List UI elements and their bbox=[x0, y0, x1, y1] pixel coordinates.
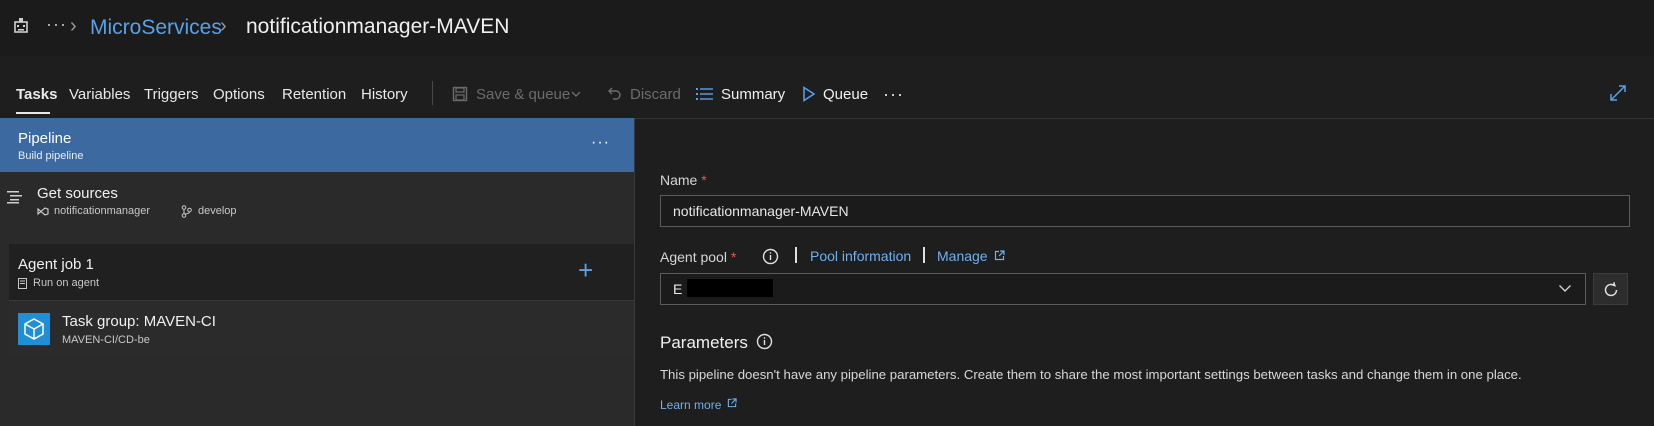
branch-icon bbox=[181, 205, 192, 218]
discard-button[interactable]: Discard bbox=[630, 86, 681, 103]
summary-button[interactable]: Summary bbox=[721, 86, 785, 103]
toolbar-divider bbox=[432, 81, 433, 105]
pipeline-node[interactable] bbox=[0, 118, 634, 172]
branch-name: develop bbox=[198, 205, 237, 217]
link-separator bbox=[795, 247, 797, 263]
chevron-right-icon: › bbox=[220, 15, 227, 37]
agent-pool-label: Agent pool * bbox=[660, 249, 737, 265]
expand-icon[interactable] bbox=[1609, 84, 1627, 102]
save-icon bbox=[452, 86, 468, 102]
redacted-block bbox=[687, 279, 773, 297]
add-task-button[interactable]: + bbox=[578, 257, 593, 283]
agent-pool-select[interactable]: E bbox=[660, 273, 1586, 305]
agent-job-title: Agent job 1 bbox=[18, 256, 94, 273]
task-group-icon bbox=[18, 313, 50, 345]
breadcrumb-more-icon[interactable]: ··· bbox=[46, 14, 67, 35]
pipeline-name-input[interactable]: notificationmanager-MAVEN bbox=[660, 195, 1630, 227]
tree-empty-area bbox=[9, 356, 634, 426]
server-icon bbox=[18, 278, 27, 289]
visual-studio-repo-icon bbox=[37, 206, 49, 217]
chevron-down-icon[interactable] bbox=[570, 88, 582, 100]
info-icon[interactable] bbox=[756, 333, 773, 350]
external-link-icon[interactable] bbox=[727, 398, 737, 408]
agent-pool-value: E bbox=[673, 281, 683, 297]
manage-link[interactable]: Manage bbox=[937, 248, 988, 264]
parameters-description: This pipeline doesn't have any pipeline … bbox=[660, 367, 1522, 382]
pipeline-subtitle: Build pipeline bbox=[18, 150, 84, 162]
info-icon[interactable] bbox=[762, 248, 779, 265]
play-icon bbox=[802, 86, 816, 102]
refresh-button[interactable] bbox=[1593, 273, 1628, 305]
external-link-icon[interactable] bbox=[994, 250, 1005, 261]
get-sources-title: Get sources bbox=[37, 185, 118, 202]
tab-history[interactable]: History bbox=[361, 86, 408, 103]
learn-more-link[interactable]: Learn more bbox=[660, 398, 721, 412]
toolbar-more-icon[interactable]: ··· bbox=[883, 84, 904, 105]
pane-divider[interactable] bbox=[634, 118, 635, 426]
refresh-icon bbox=[1604, 282, 1618, 297]
active-tab-indicator bbox=[16, 112, 50, 114]
pipeline-title: Pipeline bbox=[18, 130, 72, 147]
page-title: notificationmanager-MAVEN bbox=[246, 15, 510, 38]
list-icon bbox=[696, 87, 713, 101]
azure-devops-pipelines-icon[interactable] bbox=[12, 16, 30, 34]
pool-information-link[interactable]: Pool information bbox=[810, 248, 911, 264]
tab-options[interactable]: Options bbox=[213, 86, 265, 103]
breadcrumb-microservices[interactable]: MicroServices bbox=[90, 16, 222, 40]
link-separator bbox=[923, 247, 925, 263]
chevron-down-icon[interactable] bbox=[1558, 282, 1572, 294]
name-label: Name * bbox=[660, 172, 707, 188]
agent-job-subtitle: Run on agent bbox=[33, 277, 100, 289]
parameters-title: Parameters bbox=[660, 333, 748, 352]
required-marker: * bbox=[701, 172, 707, 188]
chevron-right-icon: › bbox=[70, 15, 77, 37]
undo-icon bbox=[607, 85, 623, 101]
save-and-queue-button[interactable]: Save & queue bbox=[476, 86, 570, 103]
queue-button[interactable]: Queue bbox=[823, 86, 868, 103]
required-marker: * bbox=[730, 249, 737, 265]
pipeline-more-icon[interactable]: ··· bbox=[591, 134, 610, 152]
task-group-title: Task group: MAVEN-CI bbox=[62, 313, 216, 330]
agent-job-node[interactable] bbox=[9, 244, 634, 300]
tab-retention[interactable]: Retention bbox=[282, 86, 346, 103]
tab-tasks[interactable]: Tasks bbox=[16, 86, 57, 103]
tab-triggers[interactable]: Triggers bbox=[144, 86, 198, 103]
repo-name: notificationmanager bbox=[54, 205, 151, 217]
tab-variables[interactable]: Variables bbox=[69, 86, 130, 103]
sources-icon bbox=[7, 190, 23, 204]
task-group-subtitle: MAVEN-CI/CD-be bbox=[62, 334, 150, 346]
